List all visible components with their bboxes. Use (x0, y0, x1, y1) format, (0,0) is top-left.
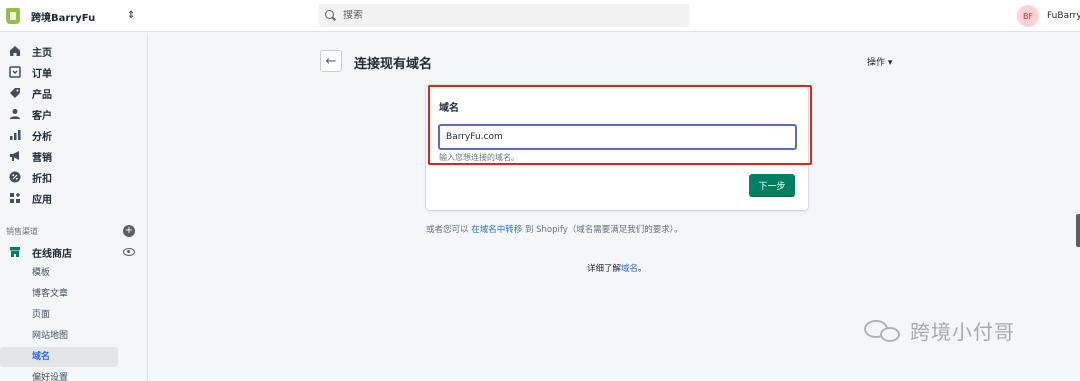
sidebar-item-label: 营销 (32, 152, 52, 164)
sidebar-item-label: 主页 (32, 47, 52, 59)
sidebar-item-home[interactable]: 主页 (0, 41, 148, 61)
card-title: 域名 (439, 103, 459, 114)
sidebar-item-label: 折扣 (32, 173, 52, 185)
discount-icon (9, 171, 21, 183)
sidebar-item-analytics[interactable]: 分析 (0, 125, 148, 145)
sidebar-subitem-blog-posts[interactable]: 博客文章 (0, 284, 118, 304)
store-icon (9, 246, 21, 258)
user-name: FuBarry (1047, 11, 1080, 21)
search-icon (325, 10, 336, 21)
learn-more-prefix: 详细了解 (587, 264, 622, 274)
scrollbar-handle[interactable] (1076, 214, 1080, 247)
sidebar-item-discounts[interactable]: 折扣 (0, 167, 148, 187)
home-icon (9, 45, 21, 57)
sidebar-item-label: 应用 (32, 194, 52, 206)
wechat-icon (864, 318, 902, 344)
sidebar-item-label: 产品 (32, 89, 52, 101)
bar-chart-icon (9, 129, 21, 141)
back-button[interactable]: ← (320, 50, 342, 72)
sidebar: 主页 订单 产品 客户 分析 营销 折扣 应用 销售渠道 + 在线商店 模板 博… (0, 33, 148, 381)
learn-more-suffix: 。 (638, 264, 647, 274)
transfer-suffix: 到 Shopify（域名需要满足我们的要求）。 (522, 225, 683, 235)
sidebar-subitem-pages[interactable]: 页面 (0, 305, 118, 325)
transfer-domain-link[interactable]: 在域名中转移 (471, 225, 522, 235)
user-menu[interactable]: BF FuBarry (1017, 5, 1080, 27)
store-selector[interactable]: 跨境BarryFu (6, 6, 95, 26)
sidebar-item-customers[interactable]: 客户 (0, 104, 148, 124)
store-switcher-icon[interactable]: ⇕ (127, 9, 135, 23)
watermark-text: 跨境小付哥 (910, 320, 1015, 344)
sidebar-item-label: 客户 (32, 110, 52, 122)
top-bar: 跨境BarryFu ⇕ BF FuBarry (0, 0, 1080, 32)
watermark: 跨境小付哥 (864, 316, 1015, 345)
arrow-left-icon: ← (325, 53, 337, 69)
shopify-logo-icon (6, 8, 20, 24)
help-text: 输入您想连接的域名。 (439, 153, 519, 162)
domain-input[interactable] (438, 124, 797, 150)
eye-icon[interactable] (123, 248, 135, 256)
sidebar-item-label: 分析 (32, 131, 52, 143)
actions-menu-button[interactable]: 操作 ▾ (867, 55, 892, 68)
page-title: 连接现有域名 (354, 57, 433, 72)
sidebar-subitem-preferences[interactable]: 偏好设置 (0, 368, 118, 381)
search-input[interactable] (343, 10, 663, 21)
store-name: 跨境BarryFu (31, 12, 96, 24)
megaphone-icon (9, 150, 21, 162)
apps-icon (9, 192, 21, 204)
sidebar-item-products[interactable]: 产品 (0, 83, 148, 103)
learn-more: 详细了解域名。 (587, 262, 647, 274)
search-bar[interactable] (319, 4, 689, 27)
avatar: BF (1017, 5, 1039, 27)
sidebar-subitem-domains[interactable]: 域名 (0, 347, 118, 367)
add-channel-button[interactable]: + (123, 225, 135, 237)
sidebar-item-marketing[interactable]: 营销 (0, 146, 148, 166)
next-button[interactable]: 下一步 (749, 174, 795, 197)
sidebar-item-apps[interactable]: 应用 (0, 188, 148, 208)
orders-icon (9, 66, 21, 78)
transfer-prefix: 或者您可以 (426, 225, 472, 235)
transfer-info: 或者您可以 在域名中转移 到 Shopify（域名需要满足我们的要求）。 (426, 223, 683, 235)
sidebar-item-orders[interactable]: 订单 (0, 62, 148, 82)
sales-channels-title: 销售渠道 (6, 227, 38, 236)
person-icon (9, 108, 21, 120)
sidebar-item-label: 订单 (32, 68, 52, 80)
domains-link[interactable]: 域名 (621, 264, 638, 274)
tag-icon (9, 87, 21, 99)
sidebar-subitem-navigation[interactable]: 网站地图 (0, 326, 118, 346)
sidebar-subitem-themes[interactable]: 模板 (0, 263, 118, 283)
sidebar-item-label: 在线商店 (32, 248, 72, 260)
